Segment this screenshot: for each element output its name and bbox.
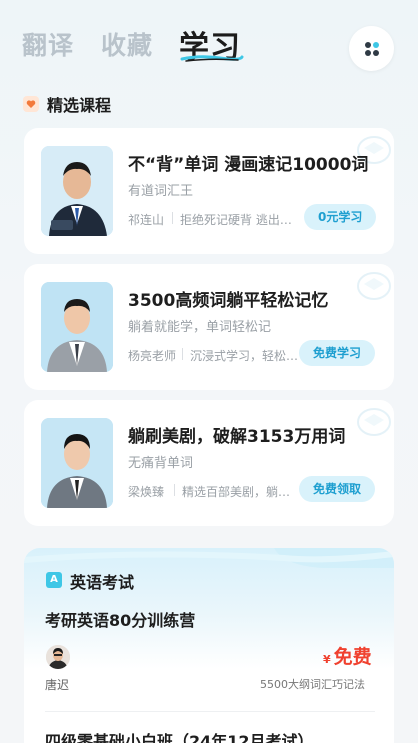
course-description: 拒绝死记硬背 逃出背…	[180, 213, 302, 227]
exam-teacher: 唐迟	[45, 678, 70, 692]
course-action-button[interactable]: 免费领取	[299, 476, 376, 502]
course-subtitle: 无痛背单词	[128, 456, 194, 471]
course-title: 不“背”单词 漫画速记10000词	[128, 155, 369, 175]
price-value: 免费	[333, 646, 372, 668]
course-description: 沉浸式学习，轻松…	[190, 349, 299, 363]
course-thumbnail	[41, 282, 113, 372]
featured-section-header: 精选课程	[23, 92, 111, 116]
price-description: 5500大纲词汇巧记法	[260, 678, 365, 691]
course-teacher: 祁连山	[128, 213, 165, 227]
mascot-decoration-icon	[357, 408, 391, 436]
course-teacher: 杨亮老师	[128, 349, 177, 363]
course-subtitle: 有道词汇王	[128, 184, 194, 199]
heart-icon	[23, 96, 39, 112]
tab-translate[interactable]: 翻译	[22, 26, 74, 62]
grid-icon-dot	[373, 50, 379, 56]
course-card[interactable]: 3500高频词躺平轻松记忆 躺着就能学，单词轻松记 杨亮老师 沉浸式学习，轻松……	[24, 264, 394, 390]
course-subtitle: 躺着就能学，单词轻松记	[128, 320, 272, 335]
avatar	[46, 645, 70, 669]
exam-course-title[interactable]: 四级零基础小白班（24年12月考试）	[45, 728, 314, 743]
exam-section-title: 英语考试	[70, 573, 135, 592]
active-tab-underline	[180, 55, 244, 62]
grid-icon-dot	[373, 42, 379, 48]
course-card[interactable]: 躺刷美剧，破解3153万用词 无痛背单词 梁焕臻 精选百部美剧，躺记… 免费领取	[24, 400, 394, 526]
divider	[172, 212, 173, 224]
apps-menu-button[interactable]	[349, 26, 394, 71]
tab-favorites[interactable]: 收藏	[101, 26, 153, 62]
top-bar: 翻译 收藏 学习	[0, 0, 418, 90]
course-card[interactable]: 不“背”单词 漫画速记10000词 有道词汇王 祁连山 拒绝死记硬背 逃出背… …	[24, 128, 394, 254]
divider	[174, 484, 175, 496]
exam-tag-icon: A	[46, 572, 62, 588]
course-title: 躺刷美剧，破解3153万用词	[128, 427, 346, 447]
course-action-button[interactable]: 免费学习	[299, 340, 376, 366]
currency-symbol: ¥	[323, 653, 331, 666]
course-action-button[interactable]: 0元学习	[304, 204, 377, 230]
exam-course-title[interactable]: 考研英语80分训练营	[45, 607, 195, 631]
course-title: 3500高频词躺平轻松记忆	[128, 291, 329, 311]
course-thumbnail	[41, 418, 113, 508]
english-exam-panel: A 英语考试 考研英语80分训练营 唐迟 ¥ 免费 5500大纲词汇巧记法 四级零…	[24, 548, 394, 743]
grid-icon	[365, 42, 371, 48]
course-teacher: 梁焕臻	[128, 485, 165, 499]
mascot-decoration-icon	[357, 272, 391, 300]
course-description: 精选百部美剧，躺记…	[182, 485, 300, 499]
divider	[45, 711, 375, 712]
price-label: ¥ 免费	[323, 642, 372, 669]
grid-icon-dot	[365, 50, 371, 56]
section-title: 精选课程	[47, 96, 112, 115]
course-thumbnail	[41, 146, 113, 236]
divider	[182, 348, 183, 360]
